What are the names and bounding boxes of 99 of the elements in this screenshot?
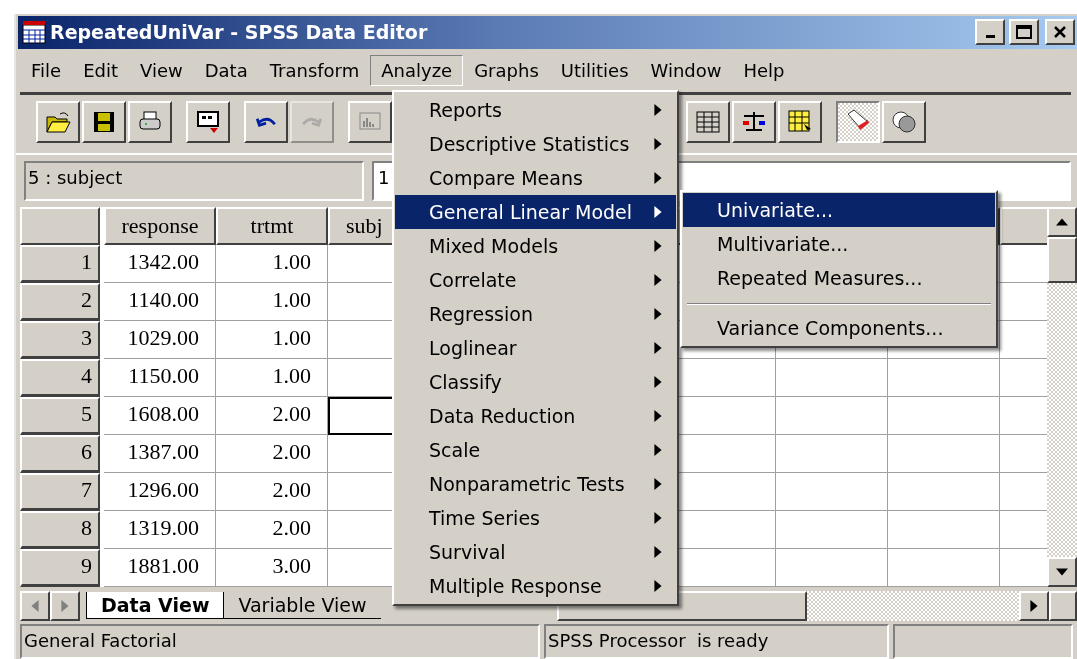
menu-entry[interactable]: Regression [395,297,676,331]
submenu-arrow-icon [654,444,662,456]
table-cell: 1296.00 [104,473,216,512]
submenu-arrow-icon [654,512,662,524]
menu-item[interactable]: Edit [72,54,129,86]
row-header[interactable]: 9 [20,549,100,588]
table-cell: 1.00 [216,321,328,360]
menu-entry[interactable]: Time Series [395,501,676,535]
menu-item[interactable]: View [129,54,194,86]
left-arrow-icon [31,599,39,612]
column-header: trtmt [216,207,328,246]
overlapping-circles-icon [890,108,918,136]
table-cell: 1342.00 [104,245,216,284]
minimize-icon [985,35,995,39]
close-icon [1053,25,1067,40]
menu-item[interactable]: Help [732,54,796,86]
table-cell: 1.00 [216,359,328,398]
menu-item[interactable]: Window [639,54,733,86]
table-cell: 2.00 [216,511,328,550]
grid-icon [694,108,722,136]
status-text: General Factorial [20,624,540,659]
table-cell: 2.00 [216,435,328,474]
table-cell: 2.00 [216,473,328,512]
submenu-arrow-icon [654,138,662,150]
right-arrow-icon [61,599,69,612]
row-header[interactable]: 1 [20,245,100,284]
menu-item[interactable]: Utilities [549,54,640,86]
table-cell: 1140.00 [104,283,216,322]
menu-entry[interactable]: Data Reduction [395,399,676,433]
table-cell: 1319.00 [104,511,216,550]
row-header[interactable]: 6 [20,435,100,474]
menu-entry[interactable]: General Linear Model [395,195,676,229]
submenu-arrow-icon [654,478,662,490]
row-header[interactable]: 3 [20,321,100,360]
processor-status: SPSS Processor is ready [544,624,889,659]
view-tab[interactable]: Data View [86,592,224,620]
table-cell: 1029.00 [104,321,216,360]
submenu-arrow-icon [654,172,662,184]
menu-entry[interactable]: Compare Means [395,161,676,195]
up-arrow-icon [1056,218,1068,227]
table-cell: 1.00 [216,283,328,322]
vertical-scrollbar[interactable] [1047,207,1077,588]
submenu-arrow-icon [654,274,662,286]
submenu-arrow-icon [654,580,662,592]
view-tab[interactable]: Variable View [223,592,381,620]
menu-entry[interactable]: Survival [395,535,676,569]
table-cell: 2.00 [216,397,328,436]
submenu-arrow-icon [654,342,662,354]
menu-entry[interactable]: Reports [395,93,676,127]
scroll-left-button[interactable] [20,590,50,621]
menu-entry[interactable]: Repeated Measures... [683,261,995,295]
submenu-arrow-icon [654,240,662,252]
table-cell: 3.00 [216,549,328,588]
menu-entry[interactable]: Classify [395,365,676,399]
maximize-button[interactable] [1009,19,1039,46]
scroll-right-button[interactable] [1019,590,1049,621]
table-cell: 1150.00 [104,359,216,398]
row-header[interactable]: 4 [20,359,100,398]
row-header[interactable]: 8 [20,511,100,550]
submenu-arrow-icon [654,376,662,388]
row-header[interactable]: 2 [20,283,100,322]
submenu-arrow-icon [654,546,662,558]
cell-name: 5 : subject [24,161,364,202]
menu-entry[interactable]: Multivariate... [683,227,995,261]
right-arrow-icon [1030,599,1038,612]
table-cell: 1387.00 [104,435,216,474]
menu-entry[interactable]: Loglinear [395,331,676,365]
submenu-arrow-icon [654,206,662,218]
close-button[interactable] [1045,19,1075,46]
table-cell: 1608.00 [104,397,216,436]
scroll-thumb[interactable] [1047,237,1077,284]
menu-entry[interactable]: Descriptive Statistics [395,127,676,161]
column-header: response [104,207,216,246]
window-title: RepeatedUniVar - SPSS Data Editor [50,21,429,44]
submenu-arrow-icon [654,308,662,320]
spreadsheet-app-icon [22,20,46,45]
row-header[interactable]: 7 [20,473,100,512]
menu-entry[interactable]: Variance Components... [683,311,995,345]
minimize-button[interactable] [975,19,1005,46]
menu-entry[interactable]: Correlate [395,263,676,297]
redo-icon [301,115,323,129]
menu-item[interactable]: Transform [258,54,371,86]
table-cell: 1.00 [216,245,328,284]
menu-entry[interactable]: Scale [395,433,676,467]
menu-item[interactable]: Data [193,54,259,86]
maximize-icon [1016,25,1032,40]
submenu-arrow-icon [654,410,662,422]
menu-item[interactable]: File [20,54,73,86]
row-header[interactable]: 5 [20,397,100,436]
scroll-right-button[interactable] [50,590,80,621]
table-cell: 1881.00 [104,549,216,588]
down-arrow-icon [1056,568,1068,577]
undo-icon [255,115,277,129]
menu-entry[interactable]: Multiple Response [395,569,676,603]
menu-item[interactable]: Graphs [463,54,550,86]
menu-item[interactable]: Analyze [370,54,464,86]
menu-entry[interactable]: Univariate... [683,193,995,227]
menu-entry[interactable]: Nonparametric Tests [395,467,676,501]
submenu-arrow-icon [654,104,662,116]
